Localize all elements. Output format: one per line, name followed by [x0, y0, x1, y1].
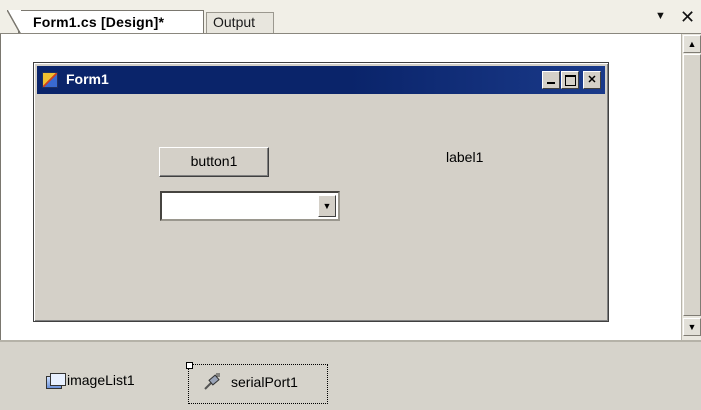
- tab-output[interactable]: Output: [206, 12, 274, 33]
- close-icon: ✕: [587, 74, 597, 86]
- tab-list-dropdown-icon[interactable]: ▼: [655, 10, 666, 22]
- tab-label: Form1.cs [Design]*: [33, 14, 165, 30]
- form-icon: [42, 72, 58, 88]
- component-tray[interactable]: imageList1 serialPort1: [0, 342, 701, 410]
- chevron-down-icon[interactable]: ▼: [318, 195, 336, 217]
- tray-item-label: imageList1: [67, 372, 135, 388]
- maximize-icon: [564, 75, 576, 86]
- serial-port-icon: [203, 373, 221, 391]
- form1-window[interactable]: Form1 ✕ button1 ▼ label1: [33, 62, 609, 322]
- vertical-scrollbar[interactable]: ▲ ▼: [681, 34, 701, 340]
- close-tab-icon[interactable]: ✕: [680, 8, 695, 26]
- button1[interactable]: button1: [159, 147, 269, 177]
- form-title-bar[interactable]: Form1 ✕: [37, 66, 605, 94]
- scroll-thumb[interactable]: [683, 54, 701, 316]
- document-tab-strip: Form1.cs [Design]* Output ▼ ✕: [0, 0, 701, 35]
- combobox[interactable]: ▼: [160, 191, 340, 221]
- tray-item-label: serialPort1: [231, 374, 298, 390]
- maximize-button[interactable]: [561, 71, 579, 89]
- scroll-down-button[interactable]: ▼: [683, 318, 701, 336]
- tab-form1-design[interactable]: Form1.cs [Design]*: [7, 10, 204, 35]
- tray-item-serialport1[interactable]: serialPort1: [186, 362, 328, 404]
- minimize-button[interactable]: [542, 71, 560, 89]
- label1[interactable]: label1: [446, 149, 483, 165]
- minimize-icon: [547, 82, 555, 84]
- form-title: Form1: [66, 71, 109, 87]
- scroll-up-button[interactable]: ▲: [683, 35, 701, 53]
- close-button[interactable]: ✕: [583, 71, 601, 89]
- imagelist-icon: [46, 373, 66, 389]
- tab-label: Output: [213, 14, 256, 30]
